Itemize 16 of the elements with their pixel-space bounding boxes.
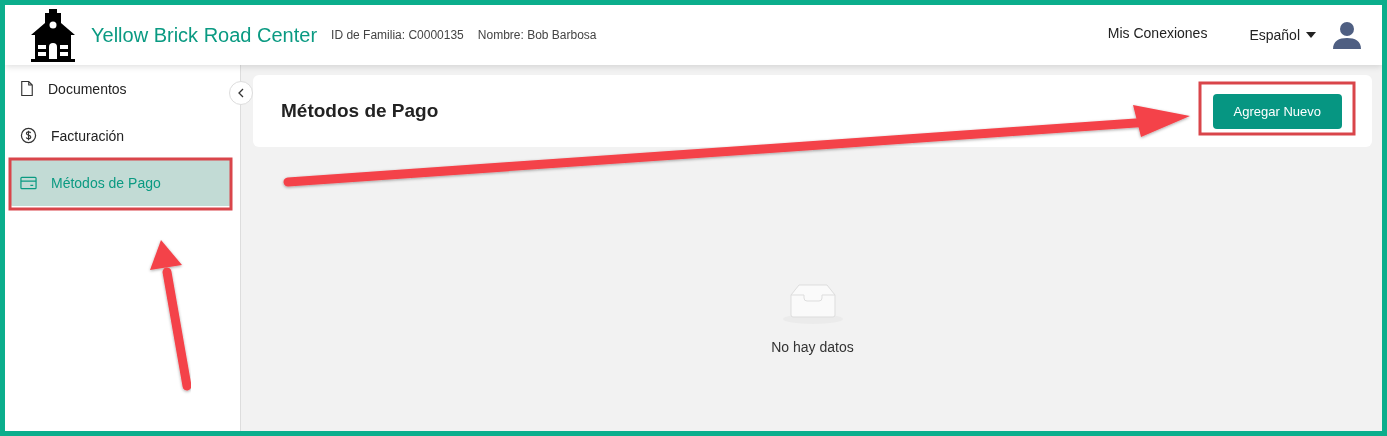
family-name: Nombre: Bob Barbosa [477, 28, 597, 42]
document-icon [20, 80, 34, 97]
family-id: ID de Familia: C0000135 [331, 28, 464, 42]
page-title: Métodos de Pago [281, 100, 439, 122]
brand-name: Yellow Brick Road Center [91, 23, 318, 47]
card-icon [20, 175, 37, 190]
empty-message: No hay datos [771, 339, 854, 355]
caret-icon [1306, 32, 1316, 38]
chevron-left-icon [237, 88, 245, 98]
nav-link[interactable]: Mis Conexiones [1107, 25, 1208, 41]
sidebar-item[interactable]: Documentos [10, 65, 232, 112]
user-avatar-icon[interactable] [1332, 21, 1362, 49]
dollar-icon [20, 127, 37, 144]
sidebar-item[interactable]: Facturación [10, 112, 232, 159]
language-dropdown[interactable]: Español [1249, 27, 1316, 43]
add-new-button[interactable]: Agregar Nuevo [1212, 93, 1342, 129]
